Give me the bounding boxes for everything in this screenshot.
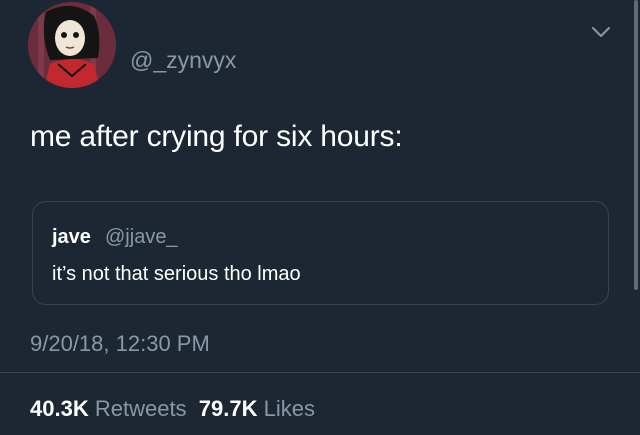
cartoon-portrait-avatar-icon: [28, 2, 116, 88]
tweet-text: me after crying for six hours:: [30, 120, 403, 153]
likes-stat[interactable]: 79.7K Likes: [199, 396, 315, 421]
author-handle[interactable]: @_zynvyx: [130, 47, 236, 74]
quoted-tweet-card[interactable]: jave @jjave_ it’s not that serious tho l…: [32, 201, 609, 305]
quoted-author-name: jave: [52, 226, 91, 248]
quoted-tweet-text: it’s not that serious tho lmao: [52, 263, 301, 285]
retweets-count: 40.3K: [30, 396, 89, 421]
tweet-timestamp[interactable]: 9/20/18, 12:30 PM: [30, 331, 210, 357]
retweets-label: Retweets: [94, 396, 187, 421]
quoted-author-handle: @jjave_: [105, 226, 178, 248]
engagement-stats: 40.3K Retweets 79.7K Likes: [30, 396, 315, 422]
divider: [0, 372, 640, 373]
likes-count: 79.7K: [198, 396, 258, 421]
author-avatar[interactable]: [28, 2, 116, 88]
likes-label: Likes: [263, 396, 315, 421]
retweets-stat[interactable]: 40.3K Retweets: [30, 396, 187, 421]
tweet-detail-view: @_zynvyx me after crying for six hours: …: [0, 0, 640, 435]
chevron-down-icon[interactable]: [588, 22, 614, 42]
scrollbar[interactable]: [634, 0, 638, 290]
